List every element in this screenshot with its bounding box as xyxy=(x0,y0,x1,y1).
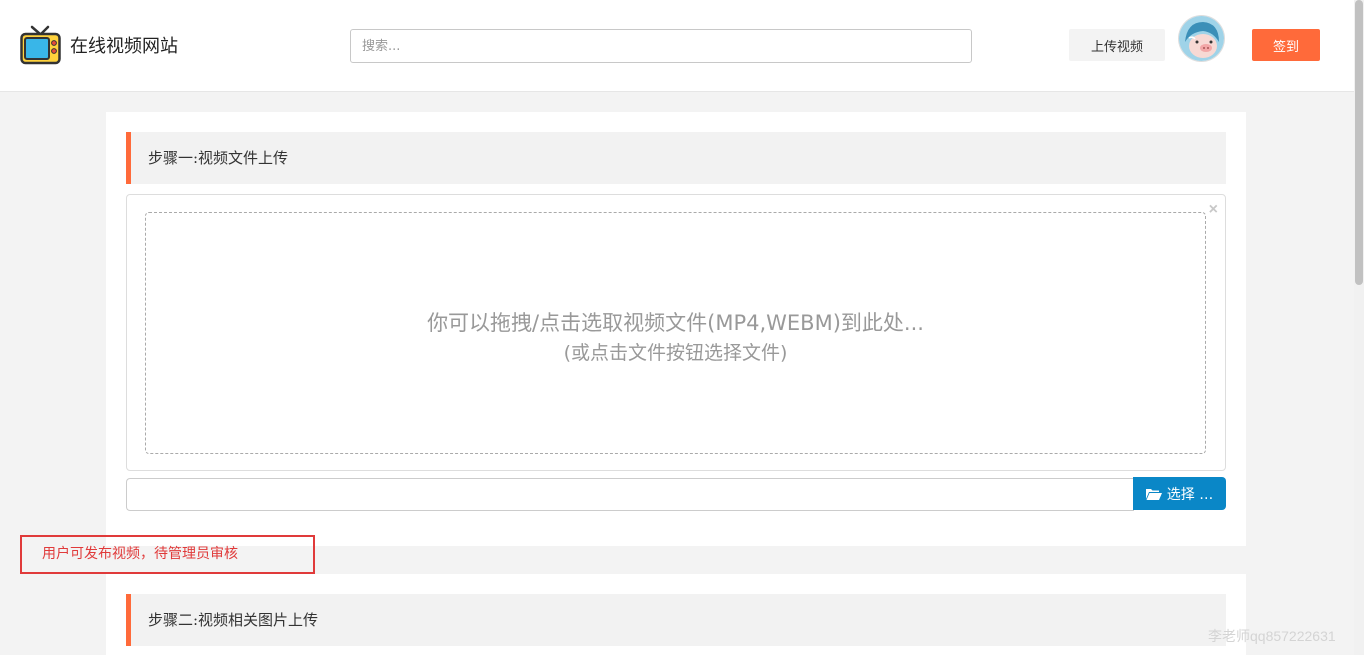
file-drop-panel: × 你可以拖拽/点击选取视频文件(MP4,WEBM)到此处... (或点击文件按… xyxy=(126,194,1226,471)
tv-icon xyxy=(20,24,62,66)
step1-title: 步骤一:视频文件上传 xyxy=(126,132,1226,184)
scrollbar-thumb[interactable] xyxy=(1355,0,1363,285)
watermark: 李老师qq857222631 xyxy=(1208,628,1336,644)
step1-card: 步骤一:视频文件上传 × 你可以拖拽/点击选取视频文件(MP4,WEBM)到此处… xyxy=(106,112,1246,546)
avatar[interactable] xyxy=(1179,16,1224,61)
search-input[interactable] xyxy=(350,29,972,63)
choose-file-label: 选择 … xyxy=(1166,486,1214,503)
annotation-note: 用户可发布视频，待管理员审核 xyxy=(20,535,315,574)
step2-title: 步骤二:视频相关图片上传 xyxy=(126,594,1226,646)
drop-hint-primary: 你可以拖拽/点击选取视频文件(MP4,WEBM)到此处... xyxy=(427,311,924,335)
signin-button[interactable]: 签到 xyxy=(1252,29,1320,61)
step2-card: 步骤二:视频相关图片上传 xyxy=(106,574,1246,655)
choose-file-button[interactable]: 选择 … xyxy=(1133,477,1226,510)
folder-open-icon xyxy=(1145,488,1162,500)
top-header: 在线视频网站 上传视频 签到 xyxy=(0,0,1364,92)
site-name: 在线视频网站 xyxy=(70,36,178,57)
close-icon[interactable]: × xyxy=(1209,201,1218,219)
file-path-field[interactable] xyxy=(126,478,1134,511)
file-drop-zone[interactable]: 你可以拖拽/点击选取视频文件(MP4,WEBM)到此处... (或点击文件按钮选… xyxy=(145,212,1206,454)
upload-video-button[interactable]: 上传视频 xyxy=(1069,29,1165,61)
drop-hint-secondary: (或点击文件按钮选择文件) xyxy=(563,342,788,364)
site-logo[interactable]: 在线视频网站 xyxy=(20,24,178,66)
